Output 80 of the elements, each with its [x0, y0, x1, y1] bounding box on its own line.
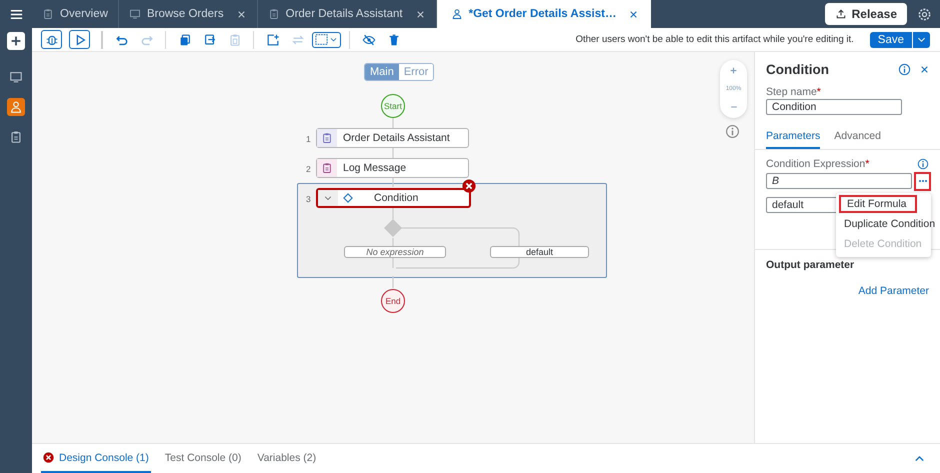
add-button[interactable]: [7, 32, 25, 50]
run-button[interactable]: [69, 30, 90, 49]
close-icon: [236, 8, 247, 20]
step-label: Log Message: [342, 161, 406, 176]
rail-item[interactable]: [7, 98, 25, 116]
panel-title: Condition: [766, 62, 830, 77]
required-mark: *: [816, 86, 821, 98]
close-icon: [919, 64, 930, 75]
section-title: Output parameter: [766, 259, 856, 271]
step-number: 3: [306, 194, 311, 204]
plus-icon: [729, 66, 738, 75]
close-button[interactable]: [628, 8, 640, 20]
release-button[interactable]: Release: [824, 3, 907, 25]
field-label: Condition Expression: [766, 158, 866, 170]
person-icon: [450, 8, 463, 20]
clipboard-icon: [268, 8, 280, 20]
menu-item[interactable]: Edit Formula: [839, 195, 917, 213]
branch-name-field[interactable]: default: [766, 197, 838, 213]
selection-dropdown[interactable]: [312, 32, 341, 48]
clipboard-icon: [9, 130, 23, 144]
info-button[interactable]: [917, 158, 929, 170]
info-icon: [725, 124, 740, 139]
plus-icon: [9, 34, 23, 48]
step-node[interactable]: Condition: [316, 188, 471, 208]
required-mark: *: [865, 158, 870, 170]
hide-icon: [362, 32, 376, 46]
save-button[interactable]: Save: [870, 32, 912, 48]
upload-icon: [834, 8, 847, 20]
frame-icon: [315, 33, 328, 46]
person-icon: [9, 100, 23, 114]
console-tab[interactable]: Variables (2): [255, 444, 318, 473]
copy-icon: [178, 32, 192, 46]
assistant-icon: [321, 132, 333, 144]
step-label: Condition: [373, 191, 418, 206]
add-frame-icon: [266, 32, 280, 46]
close-icon: [628, 8, 640, 20]
step-label: Order Details Assistant: [342, 131, 450, 146]
panel-tab[interactable]: Parameters: [766, 130, 820, 149]
clipboard-icon: [321, 162, 333, 174]
error-icon: [43, 452, 54, 463]
settings-button[interactable]: [917, 6, 932, 22]
save-menu-button[interactable]: [912, 32, 930, 48]
duplicate-icon: [202, 32, 216, 46]
step-number: 1: [306, 134, 311, 144]
step-number: 2: [306, 164, 311, 174]
close-icon: [414, 8, 426, 20]
delete-icon: [386, 32, 400, 46]
add-parameter-link[interactable]: Add Parameter: [766, 285, 929, 297]
close-button[interactable]: [236, 8, 247, 20]
start-node: Start: [381, 94, 405, 118]
gateway-diamond: [384, 219, 402, 237]
step-node[interactable]: Order Details Assistant: [316, 128, 469, 148]
end-node: End: [381, 289, 405, 313]
diamond-icon: [342, 192, 354, 204]
step-node[interactable]: Log Message: [316, 158, 469, 178]
clipboard-icon: [42, 8, 54, 20]
step-name-field[interactable]: Condition: [766, 99, 902, 115]
info-button[interactable]: [898, 63, 911, 76]
editor-tab[interactable]: *Get Order Details Assist…: [436, 0, 652, 28]
close-button[interactable]: [919, 64, 930, 75]
monitor-icon: [128, 8, 141, 20]
field-label: Step name: [766, 86, 817, 98]
zoom-in-button[interactable]: [729, 66, 738, 75]
monitor-icon: [9, 70, 23, 84]
debug-button[interactable]: [41, 30, 62, 49]
console-tab[interactable]: Design Console (1): [41, 444, 151, 473]
close-button[interactable]: [414, 8, 426, 20]
console-tab[interactable]: Test Console (0): [162, 444, 244, 473]
panel-tab[interactable]: Advanced: [834, 130, 881, 149]
expression-field[interactable]: B: [766, 173, 912, 189]
clipboard-icon: [228, 32, 242, 46]
info-icon: [898, 63, 911, 76]
edit-notice: Other users won't be able to edit this artifact while you're editing it.: [576, 34, 854, 45]
caret-icon: [329, 35, 338, 44]
settings-icon: [917, 6, 932, 22]
branch-label[interactable]: No expression: [344, 246, 446, 258]
error-icon: [462, 179, 476, 193]
info-icon: [917, 158, 929, 170]
more-button[interactable]: [916, 174, 929, 188]
branch-label[interactable]: default: [490, 246, 589, 258]
